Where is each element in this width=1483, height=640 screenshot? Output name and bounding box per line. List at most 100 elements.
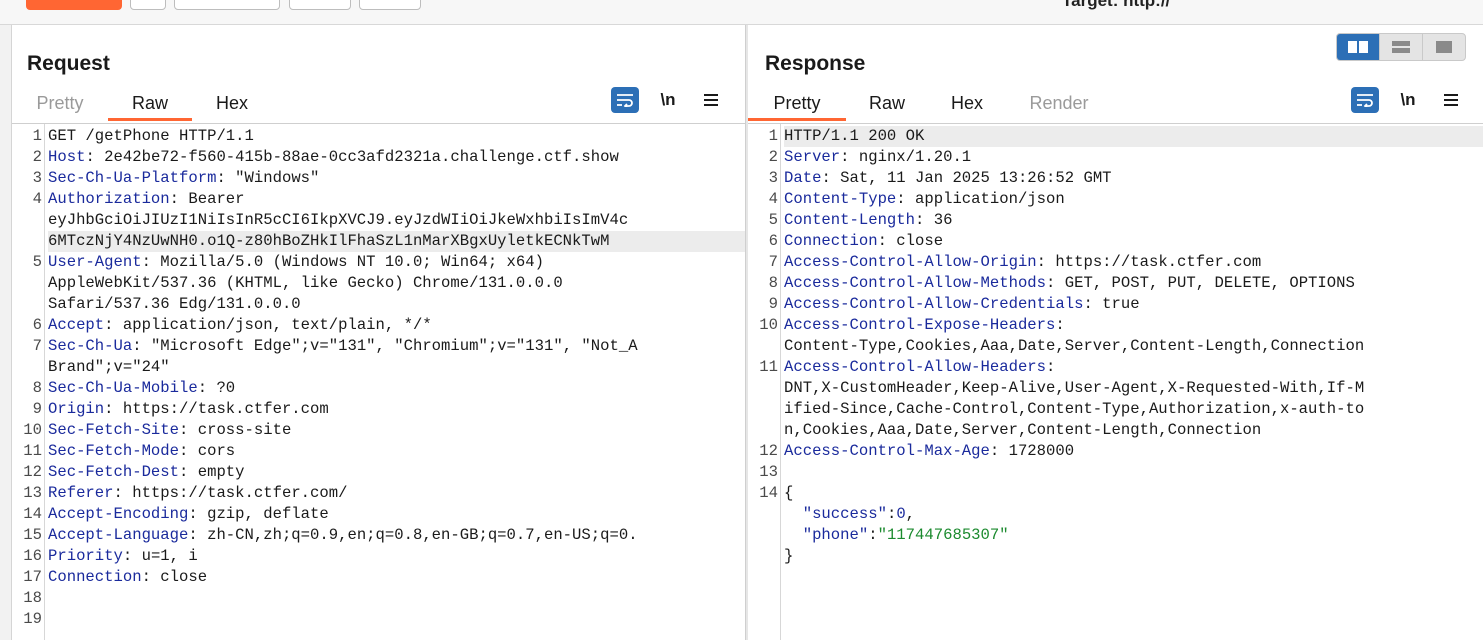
header-name: Authorization (48, 190, 170, 208)
code-row: Authorization: Bearer (48, 189, 745, 210)
line-number: 3 (768, 169, 778, 187)
code-line: 13 (748, 462, 1483, 483)
menu-icon[interactable] (1437, 87, 1465, 113)
stacked-layout-icon[interactable] (1379, 34, 1422, 60)
show-newlines-icon[interactable]: \n (654, 87, 682, 113)
code-row (48, 609, 745, 630)
code-row: Access-Control-Allow-Credentials: true (784, 294, 1483, 315)
header-name: Access-Control-Allow-Headers (784, 358, 1047, 376)
line-number: 5 (32, 253, 42, 271)
line-number: 13 (759, 463, 778, 481)
code-text: n,Cookies,Aaa,Date,Server,Content-Length… (784, 421, 1262, 439)
response-code[interactable]: 1 HTTP/1.1 200 OK 2 Server: nginx/1.20.1 3 Da… (748, 126, 1483, 567)
response-editor[interactable]: 1 HTTP/1.1 200 OK 2 Server: nginx/1.20.1 3 Da… (748, 123, 1483, 640)
header-name: Access-Control-Max-Age (784, 442, 990, 460)
code-row: Access-Control-Max-Age: 1728000 (784, 441, 1483, 462)
code-text: : (1046, 358, 1056, 376)
code-row: Sec-Fetch-Mode: cors (48, 441, 745, 462)
code-line: 1 GET /getPhone HTTP/1.1 (12, 126, 745, 147)
show-newlines-icon[interactable]: \n (1394, 87, 1422, 113)
single-layout-icon[interactable] (1422, 34, 1465, 60)
code-text: : close (877, 232, 944, 250)
code-text: Brand";v="24" (48, 358, 170, 376)
code-text: 0 (896, 505, 906, 523)
code-text: : gzip, deflate (188, 505, 329, 523)
code-text: : nginx/1.20.1 (840, 148, 972, 166)
settings-button[interactable] (130, 0, 166, 10)
line-number: 2 (768, 148, 778, 166)
history-back-button[interactable] (289, 0, 351, 10)
code-line: 7 Sec-Ch-Ua: "Microsoft Edge";v="131", "C… (12, 336, 745, 378)
code-line: 12 Sec-Fetch-Dest: empty (12, 462, 745, 483)
code-text: : application/json, text/plain, */* (104, 316, 432, 334)
target-label: Target: http:// (1062, 0, 1171, 10)
code-line: 14 Accept-Encoding: gzip, deflate (12, 504, 745, 525)
line-number: 7 (32, 337, 42, 355)
code-text: : cors (179, 442, 236, 460)
code-row: Sec-Ch-Ua-Mobile: ?0 (48, 378, 745, 399)
word-wrap-icon[interactable] (611, 87, 639, 113)
code-text: : 36 (915, 211, 953, 229)
code-row: Sec-Fetch-Site: cross-site (48, 420, 745, 441)
code-line: 12 Access-Control-Max-Age: 1728000 (748, 441, 1483, 462)
response-tools: \n (1351, 87, 1480, 113)
header-name: Priority (48, 547, 123, 565)
header-name: Content-Length (784, 211, 916, 229)
line-number: 4 (32, 190, 42, 208)
code-line: 8 Sec-Ch-Ua-Mobile: ?0 (12, 378, 745, 399)
code-text: : Bearer (169, 190, 245, 208)
header-name: Accept-Encoding (48, 505, 189, 523)
tab-hex[interactable]: Hex (192, 89, 272, 121)
code-text: : 1728000 (989, 442, 1075, 460)
line-number: 19 (23, 610, 42, 628)
menu-icon[interactable] (697, 87, 725, 113)
code-line: 13 Referer: https://task.ctfer.com/ (12, 483, 745, 504)
tab-raw[interactable]: Raw (846, 89, 928, 121)
code-line: 5 Content-Length: 36 (748, 210, 1483, 231)
tab-pretty[interactable]: Pretty (12, 89, 108, 121)
code-row: 6MTczNjY4NzUwNH0.o1Q-z80hBoZHkIlFhaSzL1n… (48, 231, 745, 252)
line-number: 11 (759, 358, 778, 376)
tab-hex[interactable]: Hex (928, 89, 1006, 121)
code-row: Host: 2e42be72-f560-415b-88ae-0cc3afd232… (48, 147, 745, 168)
tab-raw[interactable]: Raw (108, 89, 192, 121)
code-line: 9 Access-Control-Allow-Credentials: true (748, 294, 1483, 315)
response-title: Response (765, 52, 866, 75)
request-code[interactable]: 1 GET /getPhone HTTP/1.1 2 Host: 2e42be72-f… (12, 126, 745, 630)
response-pane: Response Pretty Raw Hex Render \n 1 HTTP/1.1… (748, 25, 1483, 640)
code-text: : 2e42be72-f560-415b-88ae-0cc3afd2321a.c… (85, 148, 619, 166)
side-by-side-layout-icon[interactable] (1337, 34, 1379, 60)
line-number: 8 (768, 274, 778, 292)
code-text: : zh-CN,zh;q=0.9,en;q=0.8,en-GB;q=0.7,en… (188, 526, 638, 544)
history-forward-button[interactable] (359, 0, 421, 10)
code-text: ified-Since,Cache-Control,Content-Type,A… (784, 400, 1365, 418)
header-name: Access-Control-Allow-Credentials (784, 295, 1084, 313)
code-row: Safari/537.36 Edg/131.0.0.0 (48, 294, 745, 315)
json-string: "117447685307" (877, 526, 1009, 544)
send-button[interactable] (26, 0, 122, 10)
code-text: : GET, POST, PUT, DELETE, OPTIONS (1046, 274, 1355, 292)
request-editor[interactable]: 1 GET /getPhone HTTP/1.1 2 Host: 2e42be72-f… (12, 123, 745, 640)
tab-render[interactable]: Render (1006, 89, 1112, 121)
code-text: : empty (179, 463, 245, 481)
header-name: Connection (48, 568, 142, 586)
response-tabs: Pretty Raw Hex Render (748, 89, 1112, 121)
code-row: Connection: close (48, 567, 745, 588)
code-line: 3 Sec-Ch-Ua-Platform: "Windows" (12, 168, 745, 189)
code-row: Origin: https://task.ctfer.com (48, 399, 745, 420)
top-toolbar: Target: http:// (0, 0, 1483, 25)
code-row: ified-Since,Cache-Control,Content-Type,A… (784, 399, 1483, 420)
code-line: 3 Date: Sat, 11 Jan 2025 13:26:52 GMT (748, 168, 1483, 189)
code-line: 14{ "success":0, "phone":"117447685307"} (748, 483, 1483, 567)
word-wrap-icon[interactable] (1351, 87, 1379, 113)
code-line: 17 Connection: close (12, 567, 745, 588)
code-text: { (784, 484, 794, 502)
code-text: : true (1083, 295, 1140, 313)
code-text: : (1055, 316, 1065, 334)
cancel-button[interactable] (174, 0, 280, 10)
code-row (48, 588, 745, 609)
line-number: 13 (23, 484, 42, 502)
header-name: Access-Control-Allow-Origin (784, 253, 1037, 271)
tab-pretty[interactable]: Pretty (748, 89, 846, 121)
